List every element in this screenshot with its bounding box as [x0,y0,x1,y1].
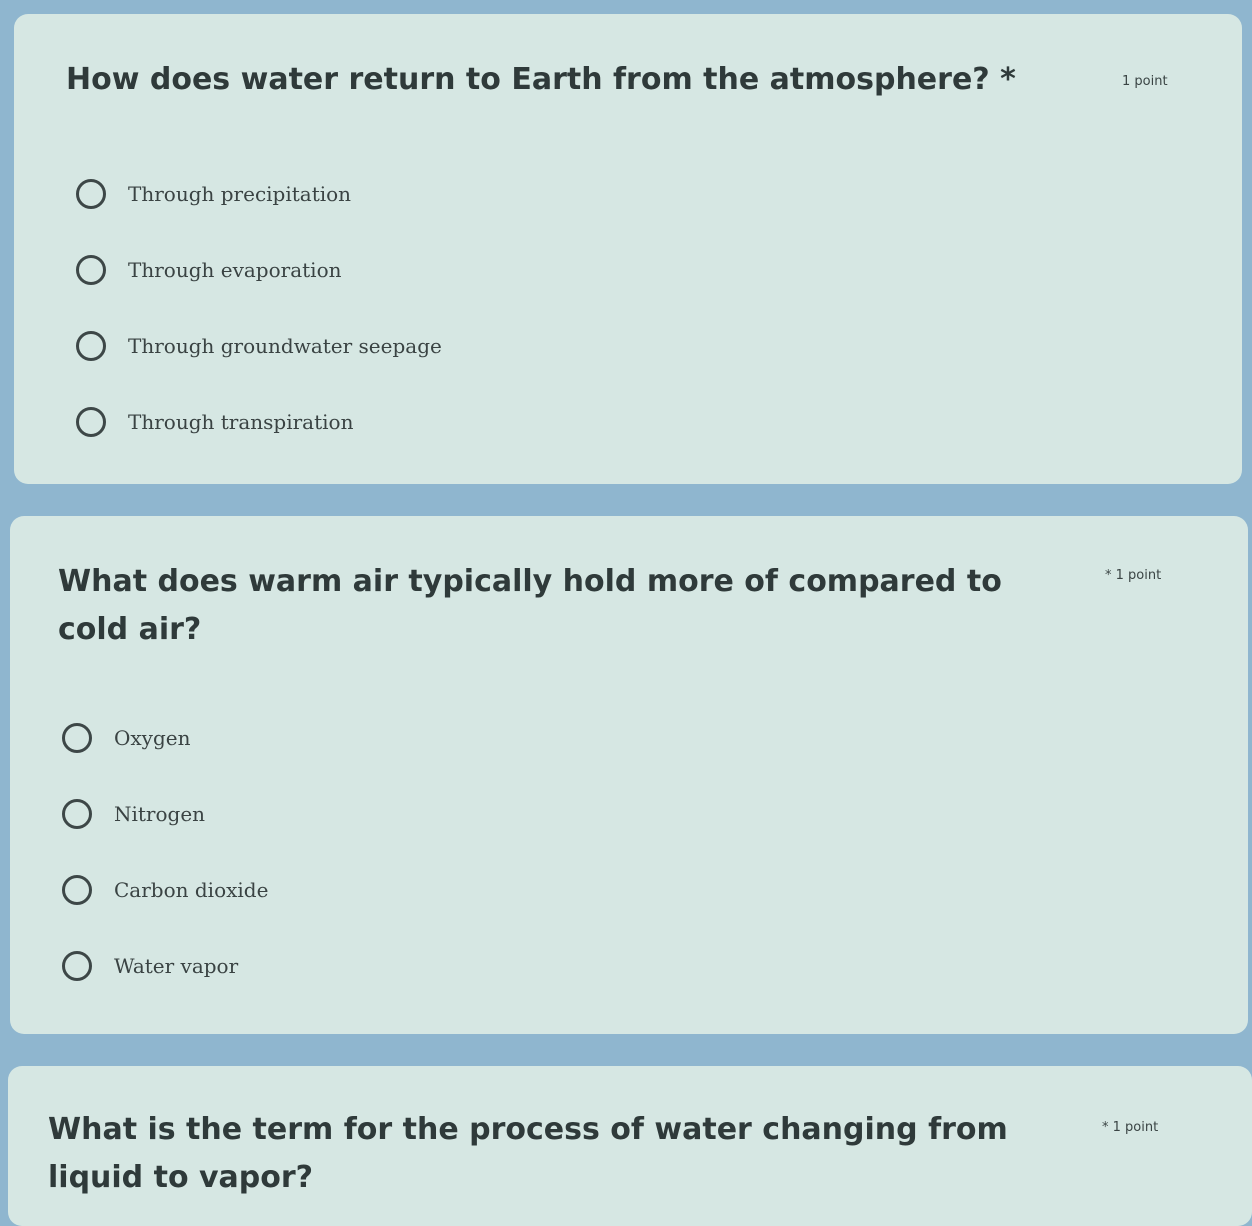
question-text: How does water return to Earth from the … [66,62,1016,97]
radio-button[interactable] [76,407,106,437]
option-label: Nitrogen [114,802,206,826]
option-label: Through evaporation [128,258,342,282]
option-precipitation[interactable]: Through precipitation [76,156,442,232]
question-card-2: What does warm air typically hold more o… [10,516,1248,1034]
points-label: * 1 point [1102,1120,1159,1135]
radio-button[interactable] [76,179,106,209]
answer-options: Through precipitation Through evaporatio… [76,156,442,460]
option-label: Through groundwater seepage [128,334,442,358]
radio-button[interactable] [76,331,106,361]
option-label: Through transpiration [128,410,354,434]
points-label: 1 point [1122,74,1168,89]
points-label: * 1 point [1105,568,1162,583]
option-groundwater-seepage[interactable]: Through groundwater seepage [76,308,442,384]
question-card-3: What is the term for the process of wate… [8,1066,1252,1226]
option-transpiration[interactable]: Through transpiration [76,384,442,460]
question-text: What is the term for the process of wate… [48,1112,1008,1195]
option-label: Carbon dioxide [114,878,269,902]
option-water-vapor[interactable]: Water vapor [62,928,268,1004]
radio-button[interactable] [62,723,92,753]
option-oxygen[interactable]: Oxygen [62,700,268,776]
radio-button[interactable] [76,255,106,285]
radio-button[interactable] [62,951,92,981]
option-label: Water vapor [114,954,239,978]
option-carbon-dioxide[interactable]: Carbon dioxide [62,852,268,928]
option-label: Oxygen [114,726,191,750]
radio-button[interactable] [62,875,92,905]
option-nitrogen[interactable]: Nitrogen [62,776,268,852]
option-evaporation[interactable]: Through evaporation [76,232,442,308]
radio-button[interactable] [62,799,92,829]
answer-options: Oxygen Nitrogen Carbon dioxide Water vap… [62,700,268,1004]
option-label: Through precipitation [128,182,352,206]
question-text: What does warm air typically hold more o… [58,564,1002,647]
question-card-1: How does water return to Earth from the … [14,14,1242,484]
